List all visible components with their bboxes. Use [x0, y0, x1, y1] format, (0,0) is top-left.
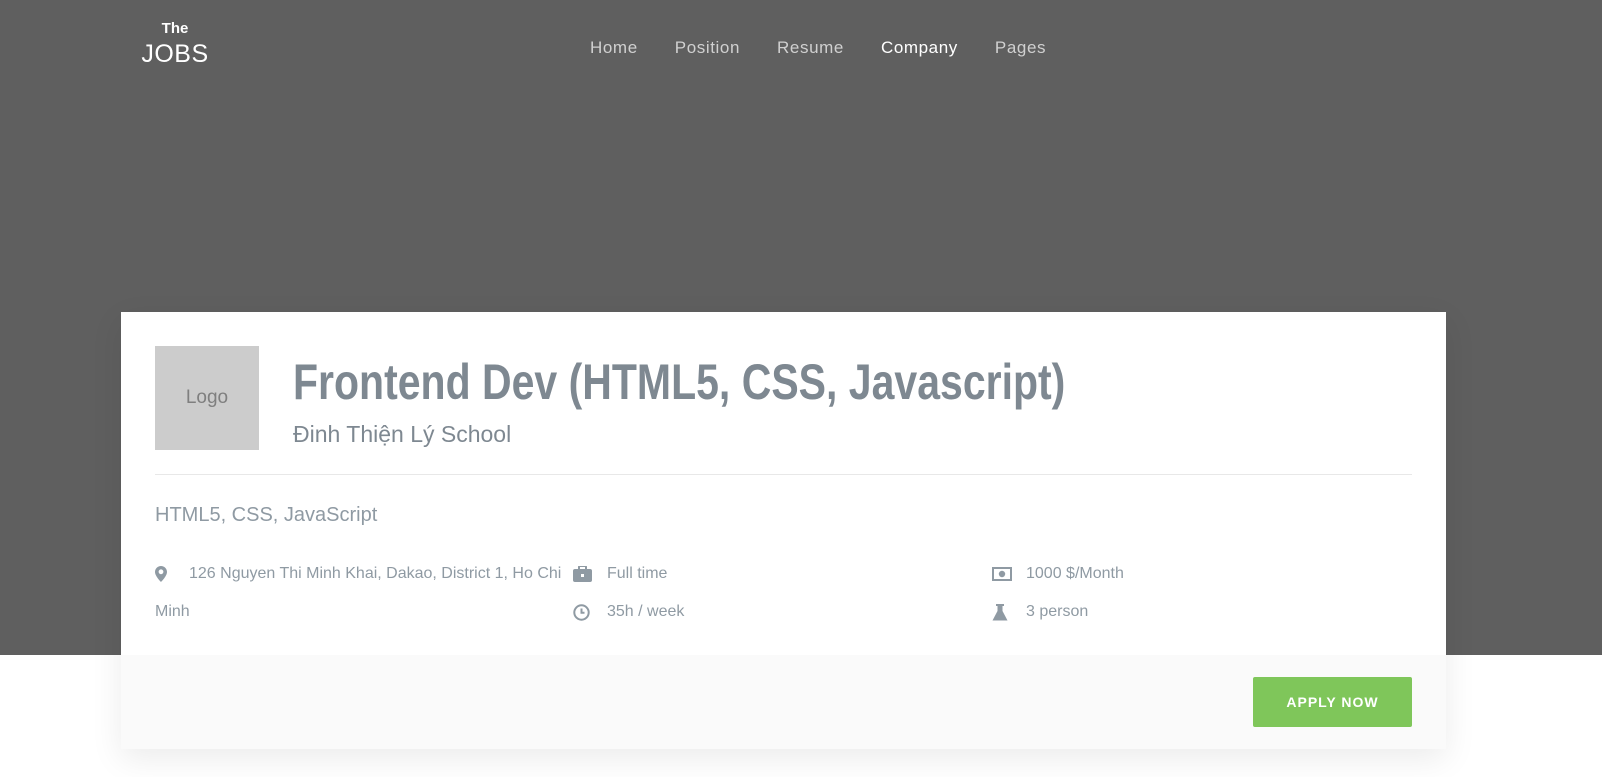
logo-text-jobs: JOBS: [141, 40, 209, 68]
job-card: Logo Frontend Dev (HTML5, CSS, Javascrip…: [121, 312, 1446, 749]
map-pin-icon: [155, 564, 189, 584]
nav-item-resume[interactable]: Resume: [777, 38, 844, 58]
flask-icon: [992, 602, 1026, 622]
job-card-body: Logo Frontend Dev (HTML5, CSS, Javascrip…: [121, 312, 1446, 655]
job-salary-text: 1000 $/Month: [1026, 565, 1124, 582]
apply-now-button[interactable]: APPLY NOW: [1253, 677, 1412, 727]
job-headcount-text: 3 person: [1026, 603, 1089, 620]
nav-item-position[interactable]: Position: [675, 38, 740, 58]
briefcase-icon: [573, 564, 607, 584]
logo-placeholder-text: Logo: [185, 387, 229, 408]
job-card-footer: APPLY NOW: [121, 655, 1446, 749]
main-nav: Home Position Resume Company Pages: [590, 38, 1046, 58]
job-headcount: 3 person: [992, 602, 1088, 622]
site-logo[interactable]: The JOBS: [140, 20, 210, 68]
divider: [155, 474, 1412, 475]
job-employment-type-text: Full time: [607, 565, 668, 582]
nav-item-home[interactable]: Home: [590, 38, 638, 58]
job-address-continued: Minh: [155, 603, 190, 620]
clock-icon: [573, 602, 607, 622]
money-icon: [992, 564, 1026, 584]
job-skills: HTML5, CSS, JavaScript: [155, 504, 378, 526]
logo-text-the: The: [161, 20, 189, 37]
job-hours-text: 35h / week: [607, 603, 685, 620]
company-logo-placeholder: Logo: [155, 346, 259, 450]
nav-item-pages[interactable]: Pages: [995, 38, 1046, 58]
job-employment-type: Full time: [573, 564, 667, 584]
job-salary: 1000 $/Month: [992, 564, 1124, 584]
job-hours: 35h / week: [573, 602, 684, 622]
nav-item-company[interactable]: Company: [881, 38, 958, 58]
company-name: Đinh Thiện Lý School: [293, 421, 512, 447]
job-title: Frontend Dev (HTML5, CSS, Javascript): [293, 354, 1066, 410]
job-address-text: 126 Nguyen Thi Minh Khai, Dakao, Distric…: [189, 565, 562, 582]
job-address: 126 Nguyen Thi Minh Khai, Dakao, Distric…: [155, 564, 575, 584]
